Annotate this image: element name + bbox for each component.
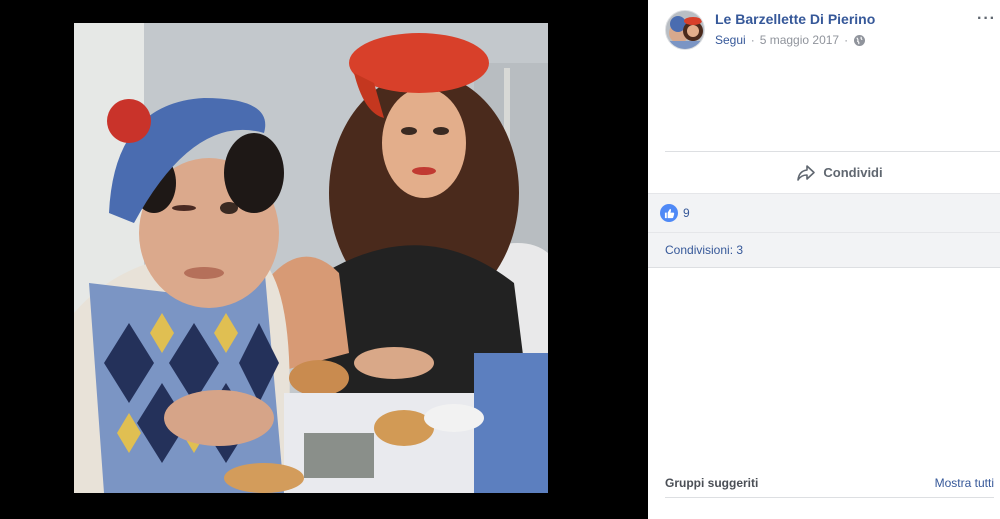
globe-icon — [854, 34, 866, 46]
post-header: Le Barzellette Di Pierino Segui · 5 magg… — [648, 0, 1000, 60]
page-name-link[interactable]: Le Barzellette Di Pierino — [715, 11, 875, 27]
reaction-count[interactable]: 9 — [683, 206, 690, 220]
shares-count-link[interactable]: Condivisioni: 3 — [665, 243, 743, 257]
share-action-row: Condividi — [665, 151, 1000, 193]
post-meta: Segui · 5 maggio 2017 · — [715, 33, 866, 47]
post-photo-illustration — [74, 23, 548, 493]
share-button[interactable]: Condividi — [796, 164, 883, 182]
meta-separator: · — [750, 33, 755, 47]
like-icon[interactable] — [660, 204, 678, 222]
reactions-bar: 9 — [648, 193, 1000, 233]
suggested-groups-header: Gruppi suggeriti Mostra tutti — [665, 468, 994, 498]
shares-bar: Condivisioni: 3 — [648, 233, 1000, 268]
more-options-icon[interactable]: ··· — [977, 10, 996, 28]
post-photo[interactable] — [74, 23, 548, 493]
follow-link[interactable]: Segui — [715, 33, 746, 47]
page-avatar[interactable] — [665, 10, 705, 50]
meta-separator: · — [844, 33, 849, 47]
post-date[interactable]: 5 maggio 2017 — [760, 33, 839, 47]
avatar-image — [666, 11, 704, 49]
share-icon — [797, 164, 816, 181]
suggested-groups-title: Gruppi suggeriti — [665, 475, 759, 490]
share-label: Condividi — [823, 165, 883, 180]
post-side-panel: Le Barzellette Di Pierino Segui · 5 magg… — [648, 0, 1000, 519]
see-all-link[interactable]: Mostra tutti — [935, 476, 994, 490]
photo-viewer — [0, 0, 648, 519]
